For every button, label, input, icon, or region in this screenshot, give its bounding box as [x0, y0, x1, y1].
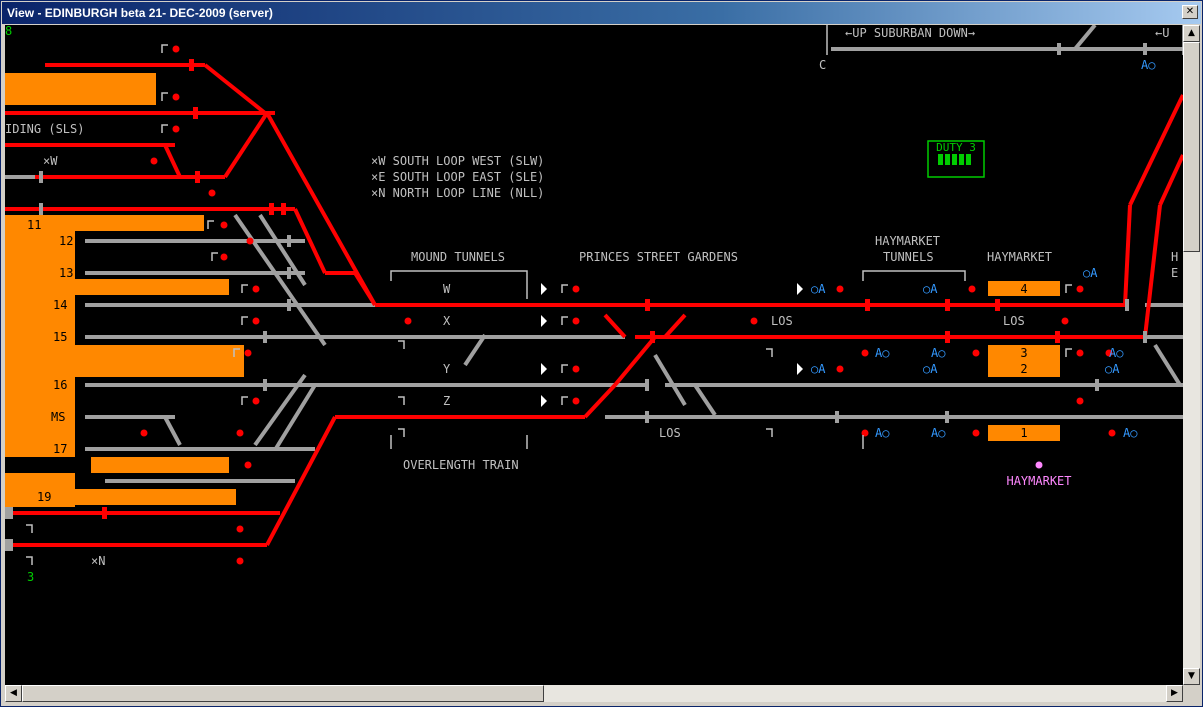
los-label: LOS — [771, 314, 793, 328]
xn-marker: ×N — [91, 554, 105, 568]
platform-12-label: 12 — [59, 234, 73, 248]
platform-blocks — [5, 73, 1060, 507]
platform-15-label: 15 — [53, 330, 67, 344]
ao-marker: A○ — [875, 426, 889, 440]
track-diagram: DUTY 3 8 IDING (SLS) ×W SOUTH LOOP WEST … — [5, 25, 1183, 584]
track-joints — [5, 43, 1147, 551]
up-suburban-label: ←UP SUBURBAN DOWN→ — [845, 26, 975, 40]
up-right-label: ←U — [1155, 26, 1169, 40]
scrollbar-corner — [1183, 685, 1200, 702]
platform-block — [5, 345, 244, 377]
haymarket-platform-2-label: 2 — [1020, 362, 1027, 376]
oa-marker: ○A — [811, 362, 826, 376]
close-icon: ✕ — [1185, 6, 1195, 17]
bottom-marker-3: 3 — [27, 570, 34, 584]
ao-marker: A○ — [931, 346, 945, 360]
legend-south-loop-east: ×E SOUTH LOOP EAST (SLE) — [371, 170, 544, 184]
platform-19-label: 19 — [37, 490, 51, 504]
princes-street-gardens-label: PRINCES STREET GARDENS — [579, 250, 738, 264]
oa-marker: ○A — [1105, 362, 1120, 376]
duty-label: DUTY 3 — [936, 141, 976, 154]
vertical-scroll-thumb[interactable] — [1183, 42, 1200, 252]
haymarket-station-label: HAYMARKET — [1006, 474, 1071, 488]
loop-x-label: X — [443, 314, 451, 328]
los-label: LOS — [659, 426, 681, 440]
window-titlebar[interactable]: View - EDINBURGH beta 21- DEC-2009 (serv… — [2, 2, 1201, 24]
loop-y-label: Y — [443, 362, 451, 376]
platform-13-label: 13 — [59, 266, 73, 280]
platform-block — [91, 457, 229, 473]
oa-marker: ○A — [1083, 266, 1098, 280]
haymarket-tunnels-label-2: TUNNELS — [883, 250, 934, 264]
ao-marker: A○ — [931, 426, 945, 440]
ao-marker: A○ — [1141, 58, 1155, 72]
scroll-right-button[interactable]: ▶ — [1166, 685, 1183, 702]
platform-18-label: 18 — [77, 474, 91, 488]
ao-marker: A○ — [1123, 426, 1137, 440]
mound-tunnels-label: MOUND TUNNELS — [411, 250, 505, 264]
platform-17-label: 17 — [53, 442, 67, 456]
haymarket-station-dot[interactable] — [1035, 461, 1043, 469]
scroll-up-icon: ▲ — [1188, 28, 1195, 38]
scroll-left-icon: ◀ — [10, 688, 17, 698]
haymarket-platform-1-label: 1 — [1020, 426, 1027, 440]
platform-ms-label: MS — [51, 410, 65, 424]
duty-box[interactable]: DUTY 3 — [927, 140, 985, 178]
window-title: View - EDINBURGH beta 21- DEC-2009 (serv… — [7, 6, 273, 20]
topleft-marker: 8 — [5, 25, 12, 38]
scroll-up-button[interactable]: ▲ — [1183, 25, 1200, 42]
loop-w-label: W — [443, 282, 451, 296]
ao-marker: A○ — [1109, 346, 1123, 360]
xw-marker: ×W — [43, 154, 58, 168]
info-markers: ○A ○A ○A ○A ○A ○A A○ A○ A○ A○ A○ A○ A○ — [811, 58, 1155, 440]
overlength-train-label: OVERLENGTH TRAIN — [403, 458, 519, 472]
scroll-down-icon: ▼ — [1188, 671, 1195, 681]
signalling-canvas[interactable]: DUTY 3 8 IDING (SLS) ×W SOUTH LOOP WEST … — [5, 25, 1183, 685]
platform-block — [5, 279, 229, 295]
ao-marker: A○ — [875, 346, 889, 360]
e-right-label: E — [1171, 266, 1178, 280]
platform-11-label: 11 — [27, 218, 41, 232]
oa-marker: ○A — [923, 362, 938, 376]
los-label: LOS — [1003, 314, 1025, 328]
legend-south-loop-west: ×W SOUTH LOOP WEST (SLW) — [371, 154, 544, 168]
haymarket-platform-3-label: 3 — [1020, 346, 1027, 360]
scroll-left-button[interactable]: ◀ — [5, 685, 22, 702]
haymarket-tunnels-label: HAYMARKET — [875, 234, 940, 248]
h-right-label: H — [1171, 250, 1178, 264]
app-window: View - EDINBURGH beta 21- DEC-2009 (serv… — [0, 0, 1203, 707]
scroll-right-icon: ▶ — [1171, 688, 1178, 698]
horizontal-scrollbar[interactable]: ◀ ▶ — [5, 685, 1183, 702]
scroll-down-button[interactable]: ▼ — [1183, 668, 1200, 685]
oa-marker: ○A — [811, 282, 826, 296]
haymarket-platform-4-label: 4 — [1020, 282, 1027, 296]
loop-z-label: Z — [443, 394, 450, 408]
c-marker: C — [819, 58, 826, 72]
haymarket-header-label: HAYMARKET — [987, 250, 1052, 264]
horizontal-scroll-thumb[interactable] — [22, 685, 544, 702]
platform-14-label: 14 — [53, 298, 67, 312]
direction-triangles — [541, 283, 803, 407]
vertical-scrollbar[interactable]: ▲ ▼ — [1183, 25, 1200, 685]
oa-marker: ○A — [923, 282, 938, 296]
siding-label: IDING (SLS) — [5, 122, 84, 136]
platform-16-label: 16 — [53, 378, 67, 392]
close-button[interactable]: ✕ — [1182, 5, 1198, 19]
legend-north-loop-line: ×N NORTH LOOP LINE (NLL) — [371, 186, 544, 200]
platform-block — [5, 73, 156, 105]
